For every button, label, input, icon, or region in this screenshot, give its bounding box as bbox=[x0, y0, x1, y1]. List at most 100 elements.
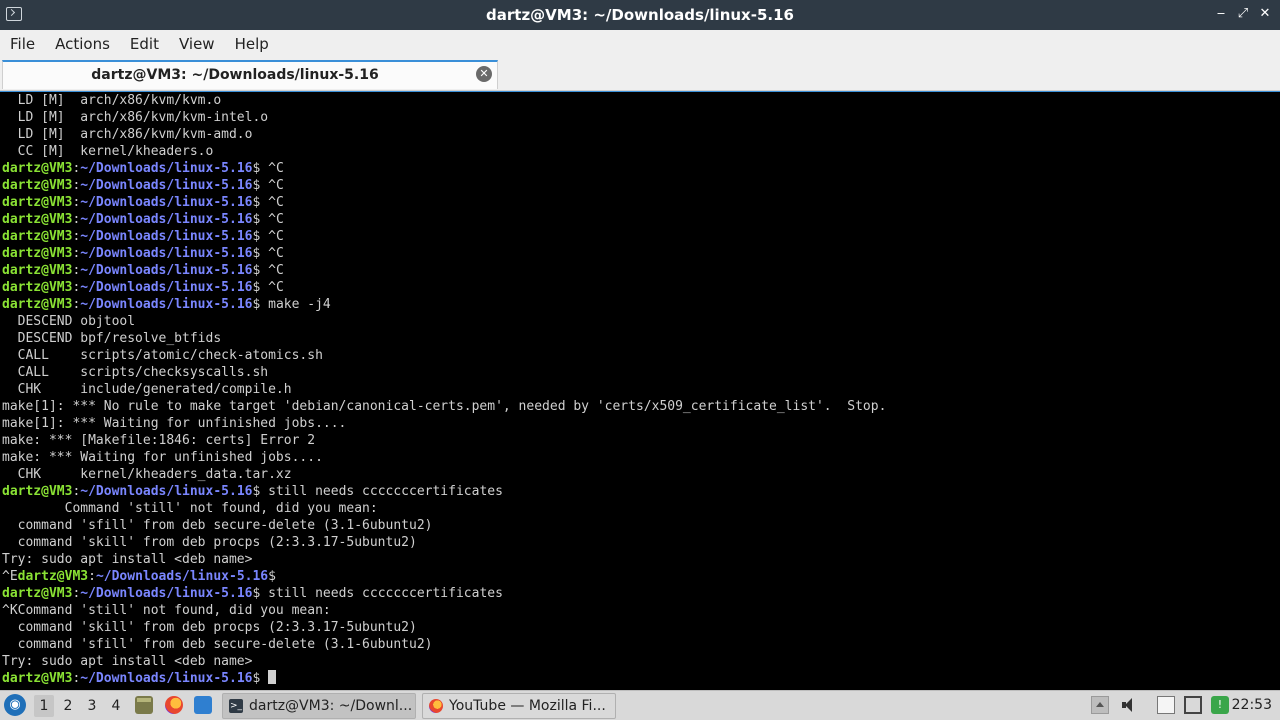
prompt-symbol: $ bbox=[268, 569, 276, 584]
tray-up-icon[interactable] bbox=[1091, 696, 1109, 714]
start-menu-icon[interactable]: ◉ bbox=[4, 694, 26, 716]
prompt-user: dartz@VM3 bbox=[2, 484, 73, 499]
command-text: ^C bbox=[260, 246, 284, 261]
desktop-icon[interactable] bbox=[194, 696, 212, 714]
output-line: command 'sfill' from deb secure-delete (… bbox=[2, 637, 433, 652]
workspace-4[interactable]: 4 bbox=[106, 695, 126, 717]
command-text: ^C bbox=[260, 195, 284, 210]
prompt-user: dartz@VM3 bbox=[2, 280, 73, 295]
tab-close-icon[interactable]: ✕ bbox=[476, 66, 492, 82]
prompt-path: ~/Downloads/linux-5.16 bbox=[80, 671, 253, 686]
menu-actions[interactable]: Actions bbox=[45, 30, 120, 58]
command-text: ^C bbox=[260, 263, 284, 278]
output-line: Command 'still' not found, did you mean: bbox=[2, 501, 378, 516]
prompt-line: dartz@VM3:~/Downloads/linux-5.16$ ^C bbox=[0, 194, 1280, 211]
output-line: command 'sfill' from deb secure-delete (… bbox=[2, 518, 433, 533]
update-icon[interactable]: ! bbox=[1211, 696, 1229, 714]
prompt-user: dartz@VM3 bbox=[2, 586, 73, 601]
prompt-line: dartz@VM3:~/Downloads/linux-5.16$ bbox=[0, 670, 1280, 687]
command-text: still needs cccccccertificates bbox=[260, 484, 503, 499]
output-line: CALL scripts/checksyscalls.sh bbox=[2, 365, 269, 380]
workspace-2[interactable]: 2 bbox=[58, 695, 78, 717]
output-line: Try: sudo apt install <deb name> bbox=[2, 654, 253, 669]
prompt-line: dartz@VM3:~/Downloads/linux-5.16$ ^C bbox=[0, 211, 1280, 228]
prompt-line: dartz@VM3:~/Downloads/linux-5.16$ still … bbox=[0, 585, 1280, 602]
output-line: LD [M] arch/x86/kvm/kvm-intel.o bbox=[2, 110, 269, 125]
prompt-path: ~/Downloads/linux-5.16 bbox=[80, 212, 253, 227]
output-line: ^KCommand 'still' not found, did you mea… bbox=[2, 603, 331, 618]
prompt-path: ~/Downloads/linux-5.16 bbox=[95, 569, 269, 584]
menu-view[interactable]: View bbox=[169, 30, 225, 58]
menu-help[interactable]: Help bbox=[225, 30, 279, 58]
prompt-line: dartz@VM3:~/Downloads/linux-5.16$ ^C bbox=[0, 177, 1280, 194]
prompt-line: dartz@VM3:~/Downloads/linux-5.16$ ^C bbox=[0, 279, 1280, 296]
volume-icon[interactable] bbox=[1120, 696, 1138, 714]
prompt-path: ~/Downloads/linux-5.16 bbox=[80, 484, 253, 499]
task-label: YouTube — Mozilla Fi... bbox=[449, 698, 606, 714]
prompt-path: ~/Downloads/linux-5.16 bbox=[80, 280, 253, 295]
workspace-3[interactable]: 3 bbox=[82, 695, 102, 717]
clock[interactable]: 22:53 bbox=[1232, 691, 1272, 719]
task-label: dartz@VM3: ~/Downl... bbox=[249, 698, 413, 714]
prompt-line: dartz@VM3:~/Downloads/linux-5.16$ ^C bbox=[0, 228, 1280, 245]
command-text: ^C bbox=[260, 212, 284, 227]
prompt-path: ~/Downloads/linux-5.16 bbox=[80, 229, 253, 244]
command-text: make -j4 bbox=[260, 297, 331, 312]
maximize-button[interactable]: ⤢ bbox=[1236, 5, 1250, 23]
output-line: Try: sudo apt install <deb name> bbox=[2, 552, 253, 567]
command-text: still needs cccccccertificates bbox=[260, 586, 503, 601]
prompt-line: dartz@VM3:~/Downloads/linux-5.16$ still … bbox=[0, 483, 1280, 500]
firefox-icon[interactable] bbox=[165, 696, 183, 714]
control-prefix: ^E bbox=[2, 569, 18, 584]
prompt-user: dartz@VM3 bbox=[2, 246, 73, 261]
task-firefox[interactable]: YouTube — Mozilla Fi... bbox=[422, 693, 616, 719]
menu-file[interactable]: File bbox=[0, 30, 45, 58]
prompt-line: dartz@VM3:~/Downloads/linux-5.16$ ^C bbox=[0, 262, 1280, 279]
command-text bbox=[260, 671, 268, 686]
prompt-path: ~/Downloads/linux-5.16 bbox=[80, 161, 253, 176]
terminal-output[interactable]: LD [M] arch/x86/kvm/kvm.o LD [M] arch/x8… bbox=[0, 91, 1280, 691]
prompt-line: dartz@VM3:~/Downloads/linux-5.16$ ^C bbox=[0, 160, 1280, 177]
prompt-path: ~/Downloads/linux-5.16 bbox=[80, 263, 253, 278]
prompt-path: ~/Downloads/linux-5.16 bbox=[80, 246, 253, 261]
output-line: DESCEND objtool bbox=[2, 314, 136, 329]
prompt-user: dartz@VM3 bbox=[2, 671, 73, 686]
output-line: LD [M] arch/x86/kvm/kvm-amd.o bbox=[2, 127, 253, 142]
tab-terminal[interactable]: dartz@VM3: ~/Downloads/linux-5.16 ✕ bbox=[2, 60, 498, 89]
output-line: make[1]: *** Waiting for unfinished jobs… bbox=[2, 416, 347, 431]
network-icon[interactable] bbox=[1184, 696, 1202, 714]
firefox-icon bbox=[429, 699, 443, 713]
prompt-user: dartz@VM3 bbox=[2, 178, 73, 193]
output-line: CHK include/generated/compile.h bbox=[2, 382, 292, 397]
prompt-user: dartz@VM3 bbox=[2, 195, 73, 210]
clipboard-icon[interactable] bbox=[1157, 696, 1175, 714]
output-line: make: *** [Makefile:1846: certs] Error 2 bbox=[2, 433, 316, 448]
taskbar: ◉ 1 2 3 4 >_ dartz@VM3: ~/Downl... YouTu… bbox=[0, 690, 1280, 720]
task-terminal[interactable]: >_ dartz@VM3: ~/Downl... bbox=[222, 693, 416, 719]
prompt-user: dartz@VM3 bbox=[17, 569, 89, 584]
menu-edit[interactable]: Edit bbox=[120, 30, 169, 58]
prompt-line: dartz@VM3:~/Downloads/linux-5.16$ ^C bbox=[0, 245, 1280, 262]
prompt-user: dartz@VM3 bbox=[2, 229, 73, 244]
files-icon[interactable] bbox=[135, 696, 153, 714]
output-line: CC [M] kernel/kheaders.o bbox=[2, 144, 214, 159]
prompt-user: dartz@VM3 bbox=[2, 161, 73, 176]
close-button[interactable]: ✕ bbox=[1258, 5, 1272, 23]
output-line: CHK kernel/kheaders_data.tar.xz bbox=[2, 467, 292, 482]
prompt-user: dartz@VM3 bbox=[2, 212, 73, 227]
prompt-line: ^Edartz@VM3:~/Downloads/linux-5.16$ bbox=[0, 568, 1280, 585]
output-line: make: *** Waiting for unfinished jobs...… bbox=[2, 450, 323, 465]
minimize-button[interactable]: ‒ bbox=[1214, 5, 1228, 23]
workspace-1[interactable]: 1 bbox=[34, 695, 54, 717]
prompt-line: dartz@VM3:~/Downloads/linux-5.16$ make -… bbox=[0, 296, 1280, 313]
menu-bar: File Actions Edit View Help bbox=[0, 30, 1280, 58]
command-text: ^C bbox=[260, 178, 284, 193]
output-line: CALL scripts/atomic/check-atomics.sh bbox=[2, 348, 323, 363]
prompt-user: dartz@VM3 bbox=[2, 263, 73, 278]
window-titlebar: dartz@VM3: ~/Downloads/linux-5.16 ‒ ⤢ ✕ bbox=[0, 0, 1280, 30]
terminal-icon: >_ bbox=[229, 699, 243, 713]
prompt-path: ~/Downloads/linux-5.16 bbox=[80, 586, 253, 601]
output-line: command 'skill' from deb procps (2:3.3.1… bbox=[2, 620, 417, 635]
tab-label: dartz@VM3: ~/Downloads/linux-5.16 bbox=[91, 67, 379, 83]
text-cursor bbox=[268, 670, 277, 684]
